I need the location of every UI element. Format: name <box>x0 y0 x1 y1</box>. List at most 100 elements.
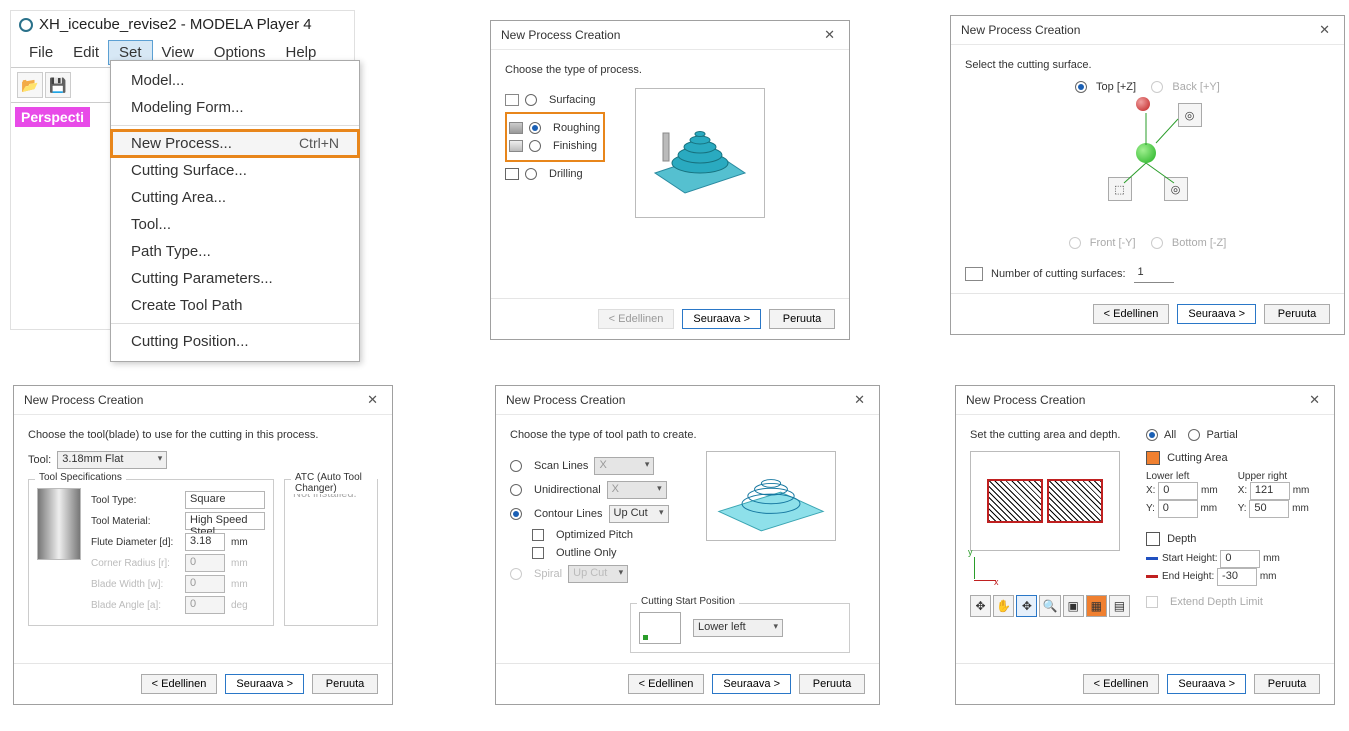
next-button[interactable]: Seuraava > <box>225 674 304 694</box>
next-button[interactable]: Seuraava > <box>682 309 761 329</box>
next-button[interactable]: Seuraava > <box>712 674 791 694</box>
csp-preview <box>639 612 681 644</box>
radio-top[interactable] <box>1075 81 1087 93</box>
option-drilling[interactable]: Drilling <box>505 168 605 180</box>
check-outline[interactable] <box>532 547 544 559</box>
ur-y-field[interactable]: 50 <box>1249 500 1289 518</box>
next-button[interactable]: Seuraava > <box>1177 304 1256 324</box>
tool-depth-icon[interactable]: ▤ <box>1109 595 1130 617</box>
radio-scan[interactable] <box>510 460 522 472</box>
radio-all[interactable] <box>1146 429 1158 441</box>
spiral-direction-select: Up Cut <box>568 565 628 583</box>
tool-label: Tool: <box>28 454 51 466</box>
cancel-button[interactable]: Peruuta <box>769 309 835 329</box>
radio-contour[interactable] <box>510 508 522 520</box>
prompt-text: Choose the type of process. <box>505 64 835 76</box>
tool-illustration <box>37 488 81 560</box>
close-icon[interactable]: ✕ <box>850 392 869 408</box>
menu-item-new-process[interactable]: New Process... Ctrl+N <box>111 130 359 157</box>
contour-direction-select[interactable]: Up Cut <box>609 505 669 523</box>
tool-material-field: High Speed Steel <box>185 512 265 530</box>
option-finishing[interactable]: Finishing <box>509 140 601 152</box>
option-outline-only[interactable]: Outline Only <box>532 547 690 559</box>
close-icon[interactable]: ✕ <box>820 27 839 43</box>
option-optimized-pitch[interactable]: Optimized Pitch <box>532 529 690 541</box>
close-icon[interactable]: ✕ <box>1305 392 1324 408</box>
menu-item-modeling-form[interactable]: Modeling Form... <box>111 94 359 121</box>
radio-drilling[interactable] <box>525 168 537 180</box>
radio-finishing[interactable] <box>529 140 541 152</box>
menu-item-model[interactable]: Model... <box>111 67 359 94</box>
radio-surfacing[interactable] <box>525 94 537 106</box>
prompt-text: Set the cutting area and depth. <box>970 429 1130 441</box>
cancel-button[interactable]: Peruuta <box>799 674 865 694</box>
csp-select[interactable]: Lower left <box>693 619 783 637</box>
contour-illustration <box>706 451 836 541</box>
back-button[interactable]: < Edellinen <box>628 674 705 694</box>
depth-label: Depth <box>1167 533 1196 545</box>
radio-- roughing[interactable] <box>529 122 541 134</box>
depth-icon <box>1146 532 1160 546</box>
back-button[interactable]: < Edellinen <box>1093 304 1170 324</box>
start-bar-icon <box>1146 557 1158 560</box>
app-titlebar: XH_icecube_revise2 - MODELA Player 4 <box>11 11 354 38</box>
dialog-title: New Process Creation <box>961 23 1080 37</box>
close-icon[interactable]: ✕ <box>1315 22 1334 38</box>
menu-item-create-tool-path[interactable]: Create Tool Path <box>111 292 359 319</box>
cancel-button[interactable]: Peruuta <box>1264 304 1330 324</box>
next-button[interactable]: Seuraava > <box>1167 674 1246 694</box>
cutting-area-label: Cutting Area <box>1167 452 1228 464</box>
tool-zoom-icon[interactable]: 🔍 <box>1039 595 1060 617</box>
option-surfacing[interactable]: Surfacing <box>505 94 605 106</box>
cutting-area-icon <box>1146 451 1160 465</box>
end-height-field[interactable]: -30 <box>1217 568 1257 586</box>
menu-file[interactable]: File <box>19 41 63 64</box>
menu-item-tool[interactable]: Tool... <box>111 211 359 238</box>
prompt-text: Choose the tool(blade) to use for the cu… <box>28 429 378 441</box>
back-button[interactable]: < Edellinen <box>1083 674 1160 694</box>
radio-front <box>1069 237 1081 249</box>
tool-area-icon[interactable]: ▦ <box>1086 595 1107 617</box>
save-icon[interactable]: 💾 <box>45 72 71 98</box>
menu-item-path-type[interactable]: Path Type... <box>111 238 359 265</box>
open-icon[interactable]: 📂 <box>17 72 43 98</box>
cancel-button[interactable]: Peruuta <box>312 674 378 694</box>
shortcut-label: Ctrl+N <box>299 135 339 152</box>
cancel-button[interactable]: Peruuta <box>1254 674 1320 694</box>
finishing-icon <box>509 140 523 152</box>
menu-item-cutting-parameters[interactable]: Cutting Parameters... <box>111 265 359 292</box>
tool-pointer-icon[interactable]: ✥ <box>970 595 991 617</box>
option-contour[interactable]: Contour Lines Up Cut <box>510 505 690 523</box>
close-icon[interactable]: ✕ <box>363 392 382 408</box>
ll-y-field[interactable]: 0 <box>1158 500 1198 518</box>
ll-x-field[interactable]: 0 <box>1158 482 1198 500</box>
ur-x-field[interactable]: 121 <box>1250 482 1290 500</box>
dialog-titlebar: New Process Creation ✕ <box>951 16 1344 45</box>
radio-partial[interactable] <box>1188 429 1200 441</box>
main-app-window: XH_icecube_revise2 - MODELA Player 4 Fil… <box>10 10 355 330</box>
option-roughing[interactable]: Roughing <box>509 122 601 134</box>
check-extend <box>1146 596 1158 608</box>
menu-item-cutting-area[interactable]: Cutting Area... <box>111 184 359 211</box>
tool-fit-icon[interactable]: ▣ <box>1063 595 1084 617</box>
surface-diagram: ◎ ⬚ ◎ <box>1078 93 1218 233</box>
back-button[interactable]: < Edellinen <box>141 674 218 694</box>
app-icon <box>19 18 33 32</box>
perspective-tab[interactable]: Perspecti <box>15 107 90 127</box>
menu-item-cutting-position[interactable]: Cutting Position... <box>111 328 359 355</box>
check-optpitch[interactable] <box>532 529 544 541</box>
option-unidirectional[interactable]: Unidirectional X <box>510 481 690 499</box>
menu-item-cutting-surface[interactable]: Cutting Surface... <box>111 157 359 184</box>
dialog-titlebar: New Process Creation ✕ <box>491 21 849 50</box>
tool-move-icon[interactable]: ✥ <box>1016 595 1037 617</box>
axis-icon: y x <box>970 557 1000 587</box>
radio-uni[interactable] <box>510 484 522 496</box>
dialog-titlebar: New Process Creation ✕ <box>14 386 392 415</box>
upper-right-label: Upper right <box>1238 471 1310 482</box>
tool-select[interactable]: 3.18mm Flat <box>57 451 167 469</box>
tool-hand-icon[interactable]: ✋ <box>993 595 1014 617</box>
menu-edit[interactable]: Edit <box>63 41 109 64</box>
corner-rad-field: 0 <box>185 554 225 572</box>
start-height-field[interactable]: 0 <box>1220 550 1260 568</box>
option-scan-lines[interactable]: Scan Lines X <box>510 457 690 475</box>
